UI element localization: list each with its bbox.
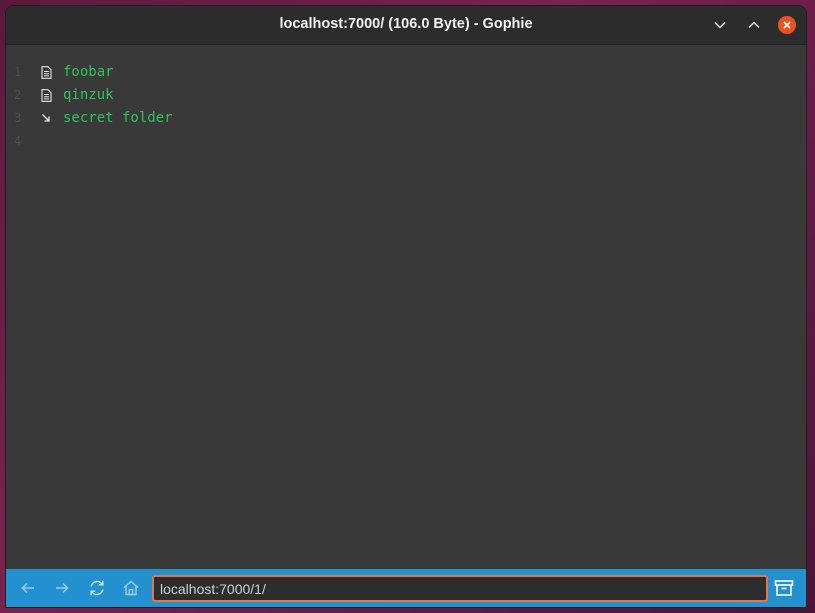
line-number: 1	[14, 65, 22, 79]
navigation-toolbar	[6, 569, 806, 607]
gopher-document-view[interactable]: 1 foobar 2 qinzuk 3 secret folder 4	[6, 45, 806, 569]
reload-icon	[90, 580, 104, 596]
arrow-right-icon	[56, 582, 69, 594]
line-number: 3	[14, 111, 22, 125]
arrow-down-right-icon	[39, 111, 53, 125]
chevron-up-icon	[748, 21, 760, 29]
document-icon	[39, 88, 53, 102]
link-foobar[interactable]: foobar	[63, 61, 114, 84]
window-title: localhost:7000/ (106.0 Byte) - Gophie	[279, 16, 533, 32]
address-input[interactable]	[152, 575, 768, 602]
chevron-down-icon	[714, 21, 726, 29]
maximize-button[interactable]	[744, 15, 764, 35]
list-item: 4	[6, 130, 806, 153]
document-icon	[39, 65, 53, 79]
home-button[interactable]	[120, 577, 142, 599]
app-window: localhost:7000/ (106.0 Byte) - Gophie 1	[6, 6, 806, 607]
close-button[interactable]	[778, 16, 796, 34]
reload-button[interactable]	[86, 577, 108, 599]
line-number: 4	[14, 134, 22, 148]
link-qinzuk[interactable]: qinzuk	[63, 84, 114, 107]
back-button[interactable]	[17, 577, 39, 599]
line-number: 2	[14, 88, 22, 102]
minimize-button[interactable]	[710, 15, 730, 35]
title-bar[interactable]: localhost:7000/ (106.0 Byte) - Gophie	[6, 6, 806, 45]
list-item: 1 foobar	[6, 61, 806, 84]
archive-icon	[774, 580, 794, 596]
list-item: 2 qinzuk	[6, 84, 806, 107]
list-item: 3 secret folder	[6, 107, 806, 130]
home-icon	[123, 580, 139, 596]
archive-button[interactable]	[773, 577, 795, 599]
close-icon	[783, 21, 791, 29]
link-secret-folder[interactable]: secret folder	[63, 107, 173, 130]
arrow-left-icon	[21, 582, 34, 594]
forward-button[interactable]	[51, 577, 73, 599]
